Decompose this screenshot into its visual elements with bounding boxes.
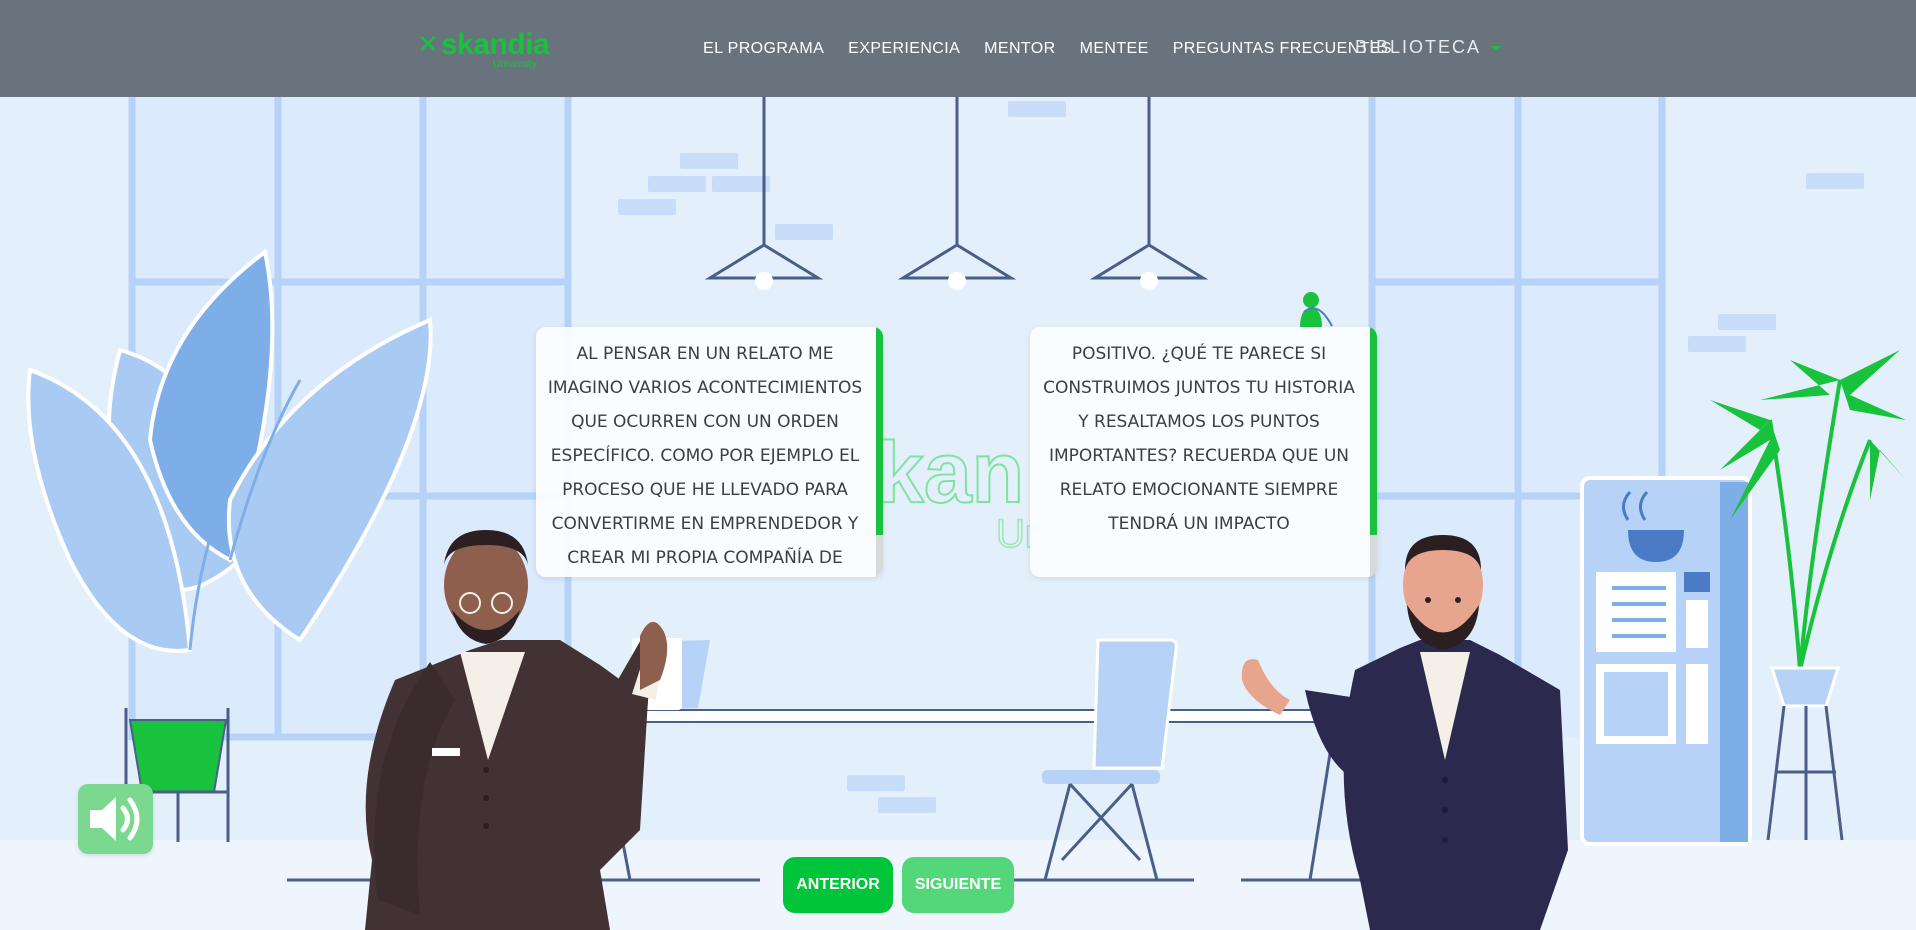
left-speech-bubble: Al pensar en un relato me imagino varios… [536, 327, 883, 577]
nav-el-programa[interactable]: EL PROGRAMA [703, 40, 824, 58]
right-bubble-scroll-thumb[interactable] [1370, 327, 1377, 535]
nav-mentor[interactable]: MENTOR [984, 40, 1055, 58]
office-scene-illustration: kan Ur [0, 0, 1916, 930]
logo-mark-icon: ✕ [417, 30, 439, 60]
logo-tagline: University [493, 59, 537, 70]
nav-menu: EL PROGRAMA EXPERIENCIA MENTOR MENTEE PR… [703, 38, 1416, 60]
skandia-logo[interactable]: ✕ skandia University [417, 28, 557, 72]
sound-toggle-button[interactable] [78, 784, 153, 854]
nav-biblioteca-dropdown[interactable]: BIBLIOTECA [1355, 37, 1502, 58]
nav-mentee[interactable]: MENTEE [1080, 40, 1149, 58]
left-bubble-scroll-thumb[interactable] [876, 327, 883, 535]
vending-machine [1580, 476, 1752, 846]
logo-text: skandia [441, 28, 550, 61]
right-speech-bubble: positivo. ¿Qué te parece si construimos … [1030, 327, 1377, 577]
right-speech-text: positivo. ¿Qué te parece si construimos … [1043, 344, 1355, 534]
speaker-icon [90, 797, 140, 841]
siguiente-button[interactable]: SIGUIENTE [902, 857, 1014, 913]
left-speech-text: Al pensar en un relato me imagino varios… [547, 344, 863, 568]
nav-experiencia[interactable]: EXPERIENCIA [848, 40, 960, 58]
right-bubble-scrollbar[interactable] [1370, 327, 1377, 577]
background-logo-text: kan [876, 425, 1024, 521]
left-bubble-scrollbar[interactable] [876, 327, 883, 577]
nav-biblioteca-label: BIBLIOTECA [1355, 37, 1482, 57]
caret-down-icon [1491, 46, 1502, 51]
top-navbar: ✕ skandia University EL PROGRAMA EXPERIE… [0, 0, 1916, 97]
anterior-button[interactable]: ANTERIOR [783, 857, 893, 913]
